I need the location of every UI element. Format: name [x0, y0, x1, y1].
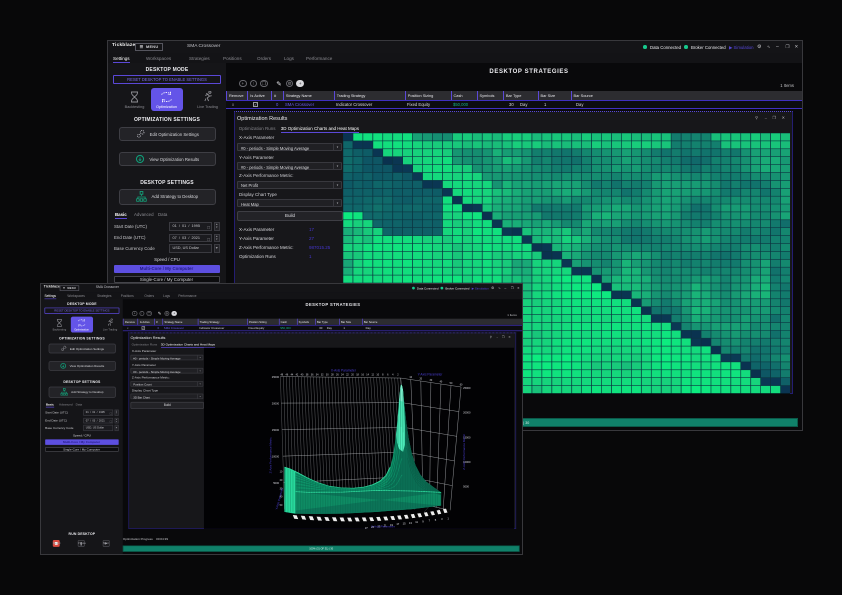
svg-text:Z-Axis Performance Metric: Z-Axis Performance Metric: [461, 433, 465, 470]
svg-text:17: 17: [396, 522, 399, 526]
svg-text:10000: 10000: [271, 455, 279, 459]
svg-text:5000: 5000: [463, 485, 469, 489]
svg-text:25000: 25000: [271, 375, 279, 379]
svg-text:Z-Axis Performance Metric: Z-Axis Performance Metric: [268, 437, 272, 474]
svg-text:20000: 20000: [463, 411, 471, 415]
svg-text:15000: 15000: [271, 428, 279, 432]
svg-text:X-Axis Parameter: X-Axis Parameter: [331, 368, 357, 372]
svg-text:25000: 25000: [463, 386, 471, 390]
svg-text:Y-Axis Parameter: Y-Axis Parameter: [417, 373, 443, 377]
svg-text:X-Axis Parameter: X-Axis Parameter: [371, 524, 395, 528]
svg-text:20000: 20000: [271, 401, 279, 405]
svg-text:5000: 5000: [273, 481, 279, 485]
